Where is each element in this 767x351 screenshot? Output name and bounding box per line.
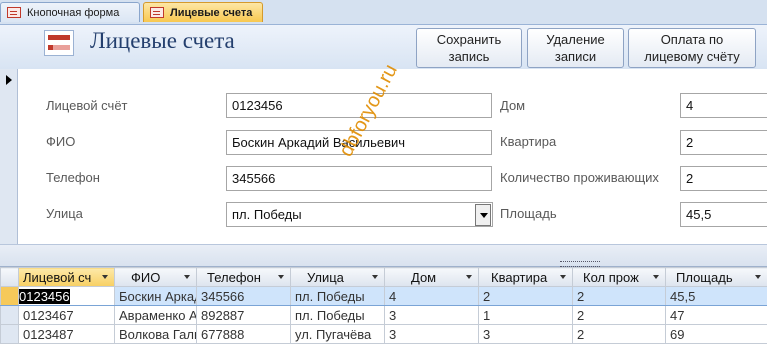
table-cell[interactable]: 3 [384,305,479,325]
save-record-button[interactable]: Сохранить запись [416,28,522,68]
tab-accounts[interactable]: Лицевые счета [143,2,263,22]
table-cell[interactable]: 892887 [196,305,291,325]
sort-dropdown-icon[interactable] [372,275,378,279]
tab-switchboard-form[interactable]: Кнопочная форма [0,2,140,22]
table-cell[interactable]: Боскин Аркадий Васильевич [114,286,197,306]
form-icon [150,7,164,18]
street-dropdown-icon[interactable] [475,204,491,226]
select-all-corner[interactable] [0,267,19,287]
column-header-house[interactable]: Дом [384,267,479,287]
table-cell[interactable]: Волкова Галина [114,324,197,344]
form-title: Лицевые счета [90,28,235,53]
sort-dropdown-icon[interactable] [466,275,472,279]
table-cell[interactable]: 45,5 [665,286,767,306]
table-cell[interactable]: 3 [384,324,479,344]
datasheet-table: Лицевой сч ФИО Телефон Улица Дом Квартир… [0,267,767,344]
table-row[interactable]: 0123467 Авраменко Анна 892887 пл. Победы… [0,305,767,325]
area-label: Площадь [500,206,557,221]
table-cell[interactable]: 345566 [196,286,291,306]
apartment-label: Квартира [500,134,557,149]
column-header-area[interactable]: Площадь [665,267,767,287]
residents-field[interactable]: 2 [680,166,767,191]
table-cell[interactable]: пл. Победы [290,305,385,325]
current-record-arrow-icon [6,75,12,85]
table-row[interactable]: 0123456 Боскин Аркадий Васильевич 345566… [0,286,767,306]
column-header-phone[interactable]: Телефон [196,267,291,287]
delete-record-button[interactable]: Удаление записи [527,28,624,68]
table-cell[interactable]: 2 [478,286,573,306]
sort-dropdown-icon[interactable] [184,275,190,279]
sort-dropdown-icon[interactable] [278,275,284,279]
phone-field[interactable]: 345566 [226,166,492,191]
area-field[interactable]: 45,5 [680,202,767,227]
fio-label: ФИО [46,134,76,149]
table-cell[interactable]: 2 [572,305,666,325]
account-label: Лицевой счёт [46,98,128,113]
table-cell[interactable]: ул. Пугачёва [290,324,385,344]
tab-label: Кнопочная форма [27,6,120,19]
sort-dropdown-icon[interactable] [102,275,108,279]
table-cell[interactable]: 3 [478,324,573,344]
table-row[interactable]: 0123487 Волкова Галина 677888 ул. Пугачё… [0,324,767,344]
sort-dropdown-icon[interactable] [755,275,761,279]
table-cell[interactable]: 677888 [196,324,291,344]
table-cell[interactable]: 0123456 [18,286,115,306]
sort-dropdown-icon[interactable] [653,275,659,279]
tab-label: Лицевые счета [170,6,253,19]
row-selector[interactable] [0,324,19,344]
table-cell[interactable]: пл. Победы [290,286,385,306]
account-payment-button[interactable]: Оплата по лицевому счёту [628,28,756,68]
row-selector[interactable] [0,305,19,325]
street-combobox[interactable]: пл. Победы [226,202,493,227]
table-cell[interactable]: 2 [572,324,666,344]
form-icon [44,30,74,56]
column-header-residents[interactable]: Кол прож [572,267,666,287]
table-cell[interactable]: 47 [665,305,767,325]
house-field[interactable]: 4 [680,93,767,118]
record-selector[interactable] [0,69,18,244]
apartment-field[interactable]: 2 [680,130,767,155]
table-cell[interactable]: 1 [478,305,573,325]
street-label: Улица [46,206,83,221]
table-cell[interactable]: 0123487 [18,324,115,344]
split-form-divider[interactable] [0,244,767,267]
table-cell[interactable]: Авраменко Анна [114,305,197,325]
column-header-fio[interactable]: ФИО [114,267,197,287]
form-icon [7,7,21,18]
house-label: Дом [500,98,526,113]
row-selector[interactable] [0,286,19,306]
phone-label: Телефон [46,170,100,185]
table-cell[interactable]: 69 [665,324,767,344]
table-cell[interactable]: 0123467 [18,305,115,325]
sort-dropdown-icon[interactable] [560,275,566,279]
table-cell[interactable]: 2 [572,286,666,306]
column-header-street[interactable]: Улица [290,267,385,287]
column-header-apartment[interactable]: Квартира [478,267,573,287]
residents-label: Количество проживающих [500,170,659,185]
table-cell[interactable]: 4 [384,286,479,306]
column-header-account[interactable]: Лицевой сч [18,267,115,287]
datasheet-header-row: Лицевой сч ФИО Телефон Улица Дом Квартир… [0,267,767,287]
